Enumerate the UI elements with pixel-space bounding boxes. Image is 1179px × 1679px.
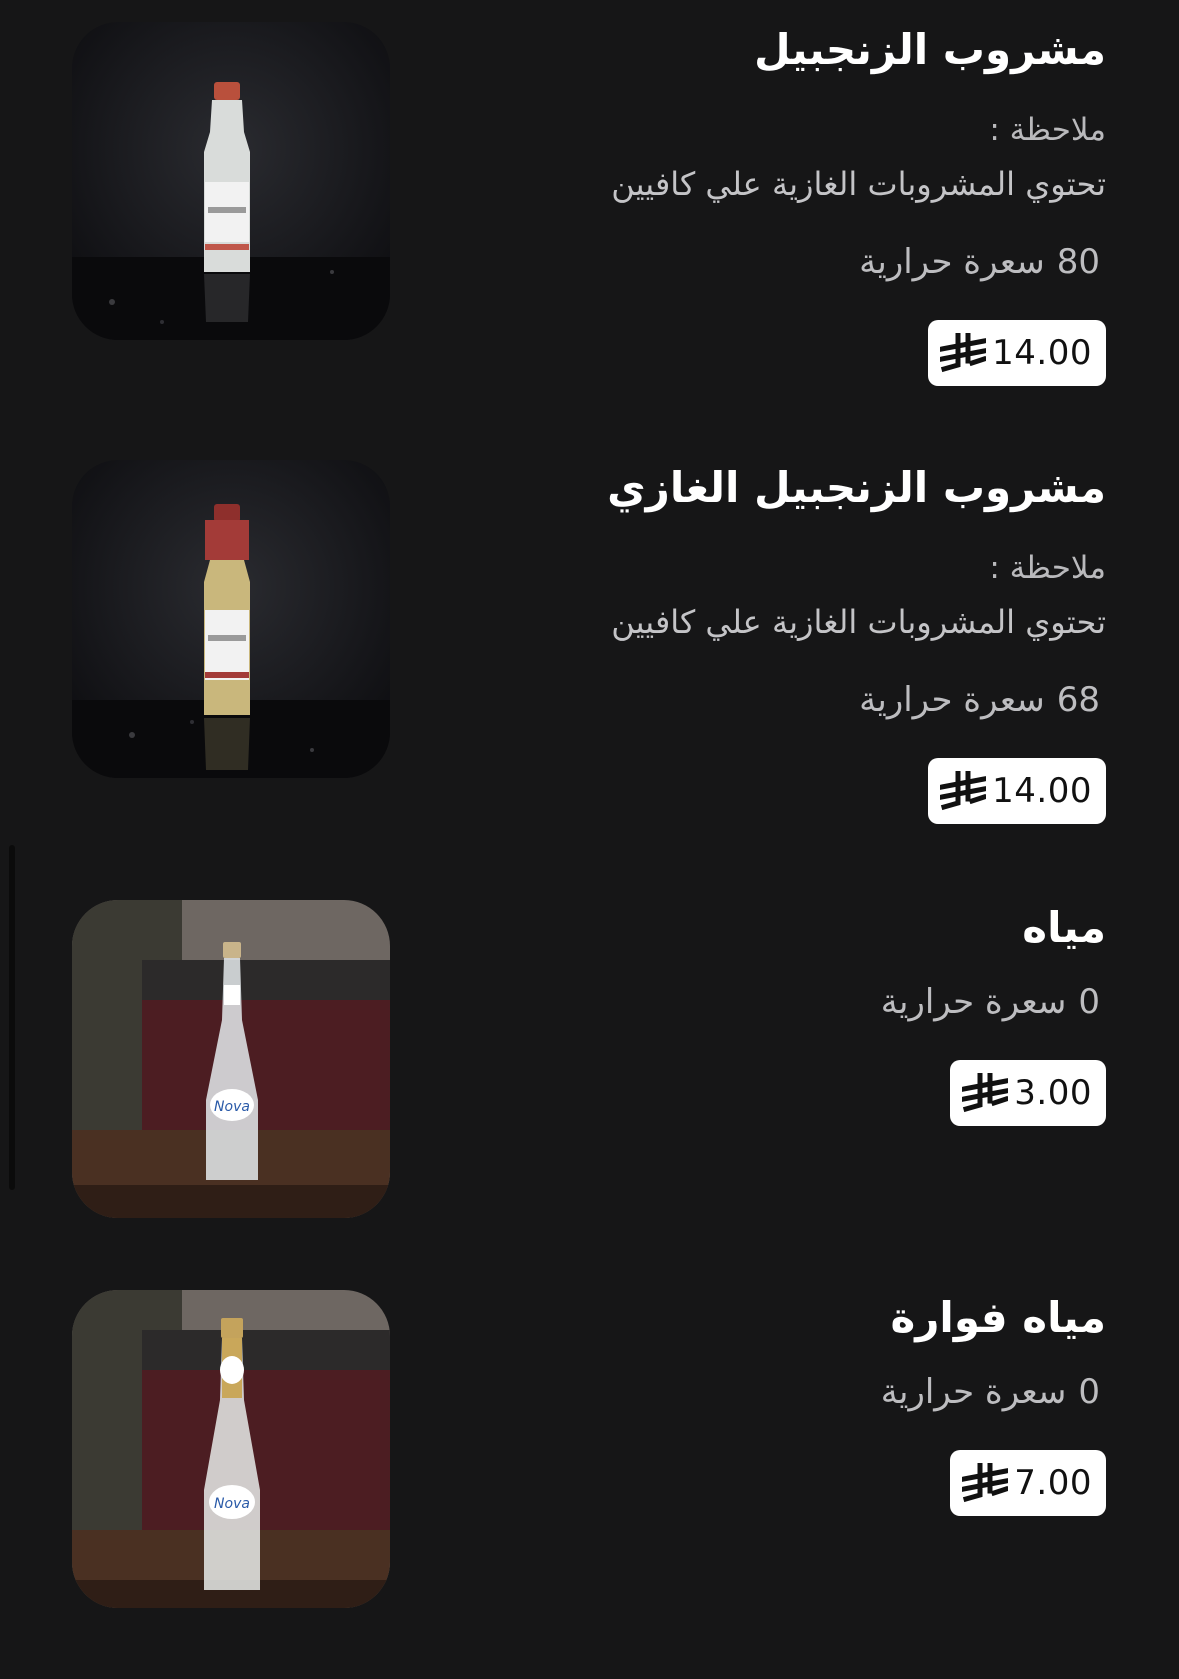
item-image[interactable] [72, 460, 390, 778]
item-note-label: ملاحظة : [989, 112, 1106, 148]
item-title: مياه فوارة [890, 1293, 1106, 1342]
saudi-riyal-icon [962, 1073, 1009, 1113]
saudi-riyal-icon [962, 1463, 1009, 1503]
item-info: مياه فوارة 0 سعرة حرارية 7.00 [881, 1290, 1106, 1516]
item-calories: 80 سعرة حرارية [611, 238, 1106, 286]
calories-unit: سعرة حرارية [859, 242, 1045, 282]
price-badge: 14.00 [928, 320, 1106, 386]
calories-unit: سعرة حرارية [859, 680, 1045, 720]
item-info: مياه 0 سعرة حرارية 3.00 [881, 900, 1106, 1126]
price-badge: 3.00 [950, 1060, 1106, 1126]
sparkling-water-bottle-image: Nova [72, 1290, 390, 1608]
item-calories: 0 سعرة حرارية [881, 1368, 1106, 1416]
price-value: 14.00 [992, 771, 1092, 811]
item-image[interactable]: Nova [72, 900, 390, 1218]
price-badge: 14.00 [928, 758, 1106, 824]
svg-text:Nova: Nova [214, 1496, 250, 1512]
water-bottle-image: Nova [72, 900, 390, 1218]
calories-value: 80 [1056, 242, 1100, 282]
item-note-label: ملاحظة : [989, 550, 1106, 586]
item-info: مشروب الزنجبيل الغازي ملاحظة : تحتوي الم… [607, 460, 1106, 824]
ginger-drink-bottle-image [72, 22, 390, 340]
item-note-text: تحتوي المشروبات الغازية علي كافيين [611, 165, 1106, 203]
item-calories: 68 سعرة حرارية [607, 676, 1106, 724]
item-title: مشروب الزنجبيل [754, 25, 1106, 74]
calories-value: 0 [1078, 982, 1100, 1022]
svg-text:Nova: Nova [214, 1099, 250, 1115]
price-value: 7.00 [1014, 1463, 1092, 1503]
price-badge: 7.00 [950, 1450, 1106, 1516]
saudi-riyal-icon [940, 771, 987, 811]
item-note-text: تحتوي المشروبات الغازية علي كافيين [611, 603, 1106, 641]
item-calories: 0 سعرة حرارية [881, 978, 1106, 1026]
price-value: 14.00 [992, 333, 1092, 373]
calories-value: 0 [1078, 1372, 1100, 1412]
calories-unit: سعرة حرارية [880, 982, 1067, 1022]
item-image[interactable]: Nova [72, 1290, 390, 1608]
sparkling-ginger-drink-bottle-image [72, 460, 390, 778]
item-title: مشروب الزنجبيل الغازي [607, 463, 1106, 512]
price-value: 3.00 [1014, 1073, 1092, 1113]
item-title: مياه [1022, 903, 1106, 952]
item-info: مشروب الزنجبيل ملاحظة : تحتوي المشروبات … [611, 22, 1106, 386]
item-image[interactable] [72, 22, 390, 340]
scroll-indicator[interactable] [9, 845, 15, 1190]
calories-value: 68 [1056, 680, 1100, 720]
calories-unit: سعرة حرارية [880, 1372, 1067, 1412]
saudi-riyal-icon [940, 333, 987, 373]
